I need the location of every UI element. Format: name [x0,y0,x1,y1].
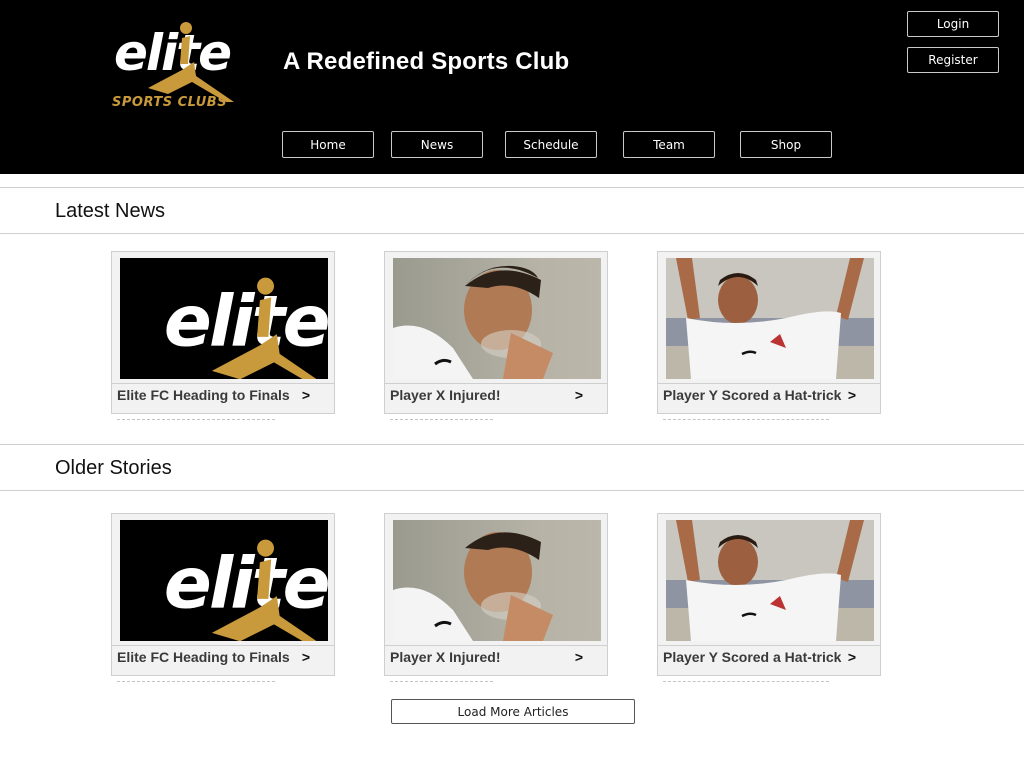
older-stories-header: Older Stories [0,444,1024,491]
arrow-right-icon[interactable]: > [848,387,856,403]
card-caption[interactable]: Player Y Scored a Hat-trick > [658,645,880,675]
card-caption[interactable]: Elite FC Heading to Finals > [112,383,334,413]
site-title: A Redefined Sports Club [283,48,570,75]
news-card[interactable]: Player X Injured! > [384,251,608,414]
nav-team[interactable]: Team [623,131,715,158]
player-x-photo [393,520,601,641]
player-x-photo [393,258,601,379]
card-title: Player X Injured! [390,387,501,403]
card-caption[interactable]: Player Y Scored a Hat-trick > [658,383,880,413]
arrow-right-icon[interactable]: > [575,387,583,403]
card-caption[interactable]: Player X Injured! > [385,383,607,413]
news-card[interactable]: Player Y Scored a Hat-trick > [657,513,881,676]
news-card[interactable]: Player X Injured! > [384,513,608,676]
arrow-right-icon[interactable]: > [302,649,310,665]
nav-news[interactable]: News [391,131,483,158]
arrow-right-icon[interactable]: > [302,387,310,403]
news-card[interactable]: Elite FC Heading to Finals > [111,513,335,676]
card-caption[interactable]: Elite FC Heading to Finals > [112,645,334,675]
arrow-right-icon[interactable]: > [848,649,856,665]
load-more-button[interactable]: Load More Articles [391,699,635,724]
card-title: Player Y Scored a Hat-trick [663,387,842,403]
elite-sports-clubs-logo[interactable] [108,18,254,114]
divider [117,681,275,682]
card-title: Player Y Scored a Hat-trick [663,649,842,665]
card-title: Player X Injured! [390,649,501,665]
older-stories-title: Older Stories [55,457,172,479]
divider [390,419,493,420]
nav-shop[interactable]: Shop [740,131,832,158]
divider [663,419,829,420]
latest-news-title: Latest News [55,200,166,222]
card-title: Elite FC Heading to Finals [117,387,290,403]
login-button[interactable]: Login [907,11,999,37]
card-caption[interactable]: Player X Injured! > [385,645,607,675]
card-title: Elite FC Heading to Finals [117,649,290,665]
arrow-right-icon[interactable]: > [575,649,583,665]
elite-logo-thumbnail [120,258,328,379]
site-header: A Redefined Sports Club Login Register H… [0,0,1024,174]
divider [117,419,275,420]
divider [663,681,829,682]
nav-home[interactable]: Home [282,131,374,158]
player-y-photo [666,520,874,641]
divider [390,681,493,682]
nav-schedule[interactable]: Schedule [505,131,597,158]
player-y-photo [666,258,874,379]
elite-logo-thumbnail [120,520,328,641]
news-card[interactable]: Player Y Scored a Hat-trick > [657,251,881,414]
news-card[interactable]: Elite FC Heading to Finals > [111,251,335,414]
latest-news-header: Latest News [0,187,1024,234]
register-button[interactable]: Register [907,47,999,73]
